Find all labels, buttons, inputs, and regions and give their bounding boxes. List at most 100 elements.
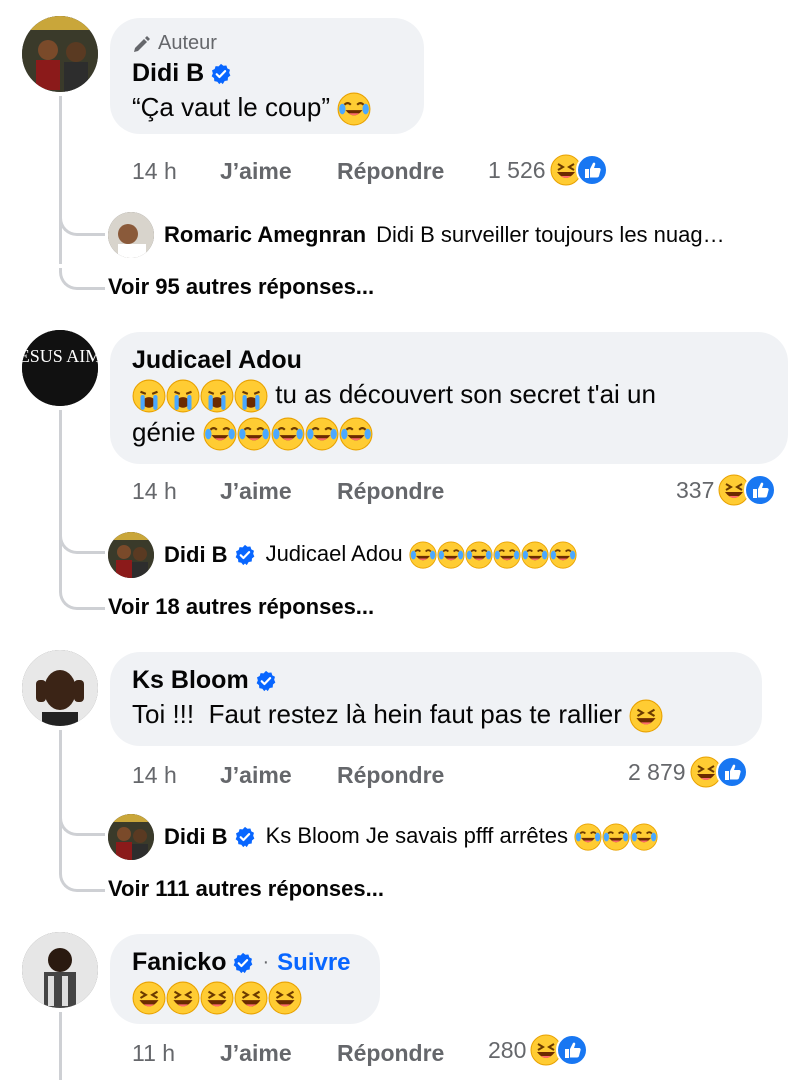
author-badge: Auteur (132, 32, 402, 55)
comment-text: “Ça vaut le coup” (132, 88, 402, 126)
avatar[interactable] (22, 650, 98, 726)
reply-connector (59, 814, 105, 836)
reply-connector (59, 214, 105, 236)
laughing-crying-emoji-icon (339, 417, 373, 451)
reaction-summary[interactable]: 280 (488, 1034, 588, 1066)
reply-preview[interactable]: Didi B Ks Bloom Je savais pfff arrêtes (108, 814, 658, 860)
laughing-crying-emoji-icon (271, 417, 305, 451)
reply-avatar[interactable] (108, 532, 154, 578)
reply-button[interactable]: Répondre (337, 158, 444, 185)
separator-dot: · (262, 951, 270, 973)
reply-text: Judicael Adou (266, 541, 577, 569)
commenter-name[interactable]: Judicael Adou (132, 346, 302, 375)
verified-badge-icon (234, 826, 256, 848)
like-reaction-icon (576, 154, 608, 186)
comment-time[interactable]: 14 h (132, 762, 220, 789)
reply-avatar[interactable] (108, 212, 154, 258)
laughing-crying-emoji-icon (268, 981, 302, 1015)
comment-text: tu as découvert son secret t'ai un génie (132, 375, 766, 451)
follow-button[interactable]: Suivre (277, 949, 350, 977)
comment-actions: 14 h J’aime Répondre (132, 158, 444, 185)
avatar[interactable] (22, 932, 98, 1008)
comment-bubble: Judicael Adou tu as découvert son secret… (110, 332, 788, 464)
reaction-summary[interactable]: 337 (676, 474, 776, 506)
view-more-replies-link[interactable]: Voir 111 autres réponses... (108, 876, 384, 902)
laughing-crying-emoji-icon (200, 981, 234, 1015)
reaction-count: 2 879 (628, 758, 686, 785)
laughing-crying-emoji-icon (630, 823, 658, 851)
comment-actions: 14 h J’aime Répondre (132, 478, 444, 505)
reaction-summary[interactable]: 1 526 (488, 154, 608, 186)
like-button[interactable]: J’aime (220, 478, 337, 505)
like-reaction-icon (744, 474, 776, 506)
laughing-crying-emoji-icon (166, 981, 200, 1015)
verified-badge-icon (234, 544, 256, 566)
reply-connector (59, 870, 105, 892)
verified-badge-icon (232, 952, 254, 974)
laughing-crying-emoji-icon (493, 541, 521, 569)
like-reaction-icon (716, 756, 748, 788)
commenter-name[interactable]: Fanicko (132, 948, 226, 977)
verified-badge-icon (210, 63, 232, 85)
laughing-crying-emoji-icon (305, 417, 339, 451)
laughing-crying-emoji-icon (437, 541, 465, 569)
crying-emoji-icon (234, 379, 268, 413)
laughing-crying-emoji-icon (132, 981, 166, 1015)
like-button[interactable]: J’aime (220, 158, 337, 185)
reaction-summary[interactable]: 2 879 (628, 756, 748, 788)
laughing-crying-emoji-icon (409, 541, 437, 569)
laughing-crying-emoji-icon (203, 417, 237, 451)
comment-time[interactable]: 14 h (132, 478, 220, 505)
comment-actions: 14 h J’aime Répondre (132, 762, 444, 789)
reply-connector (59, 588, 105, 610)
thread-line (59, 96, 62, 264)
reaction-count: 1 526 (488, 156, 546, 183)
reply-author-name[interactable]: Didi B (164, 542, 228, 568)
laughing-crying-emoji-icon (574, 823, 602, 851)
laughing-crying-emoji-icon (549, 541, 577, 569)
reply-author-name[interactable]: Romaric Amegnran (164, 222, 366, 248)
crying-emoji-icon (200, 379, 234, 413)
comment-time[interactable]: 14 h (132, 158, 220, 185)
author-badge-label: Auteur (158, 32, 217, 54)
comment-bubble: Fanicko · Suivre (110, 934, 380, 1024)
comment-text-line: génie (132, 417, 196, 448)
laughing-crying-emoji-icon (602, 823, 630, 851)
comment-time[interactable]: 11 h (132, 1040, 220, 1067)
comment-text-line: tu as découvert son secret t'ai un (275, 379, 656, 409)
comment-text-content: “Ça vaut le coup” (132, 92, 330, 122)
reply-connector (59, 532, 105, 554)
reply-text: Ks Bloom Je savais pfff arrêtes (266, 823, 659, 851)
view-more-replies-link[interactable]: Voir 18 autres réponses... (108, 594, 374, 620)
comment-bubble: Ks Bloom Toi !!! Faut restez là hein fau… (110, 652, 762, 746)
reply-preview[interactable]: Didi B Judicael Adou (108, 532, 577, 578)
reply-author-name[interactable]: Didi B (164, 824, 228, 850)
comment-text-content: Toi !!! Faut restez là hein faut pas te … (132, 699, 622, 729)
comment-text (132, 977, 358, 1015)
avatar[interactable] (22, 16, 98, 92)
like-button[interactable]: J’aime (220, 1040, 337, 1067)
laughing-crying-emoji-icon (237, 417, 271, 451)
reply-preview[interactable]: Romaric Amegnran Didi B surveiller toujo… (108, 212, 725, 258)
thread-line (59, 730, 62, 870)
commenter-name[interactable]: Ks Bloom (132, 666, 249, 695)
like-reaction-icon (556, 1034, 588, 1066)
comment-text: Toi !!! Faut restez là hein faut pas te … (132, 695, 740, 733)
laughing-crying-emoji-icon (629, 699, 663, 733)
reply-text: Didi B surveiller toujours les nuag… (376, 222, 725, 247)
reply-button[interactable]: Répondre (337, 1040, 444, 1067)
avatar-text: ESUS AIM (22, 346, 98, 366)
reply-avatar[interactable] (108, 814, 154, 860)
commenter-name[interactable]: Didi B (132, 59, 204, 88)
like-button[interactable]: J’aime (220, 762, 337, 789)
reaction-count: 337 (676, 476, 715, 503)
reply-connector (59, 268, 105, 290)
view-more-replies-link[interactable]: Voir 95 autres réponses... (108, 274, 374, 300)
avatar[interactable]: ESUS AIM (22, 330, 98, 406)
crying-emoji-icon (132, 379, 166, 413)
verified-badge-icon (255, 670, 277, 692)
reply-button[interactable]: Répondre (337, 478, 444, 505)
reply-button[interactable]: Répondre (337, 762, 444, 789)
thread-line (59, 410, 62, 588)
laughing-crying-emoji-icon (234, 981, 268, 1015)
